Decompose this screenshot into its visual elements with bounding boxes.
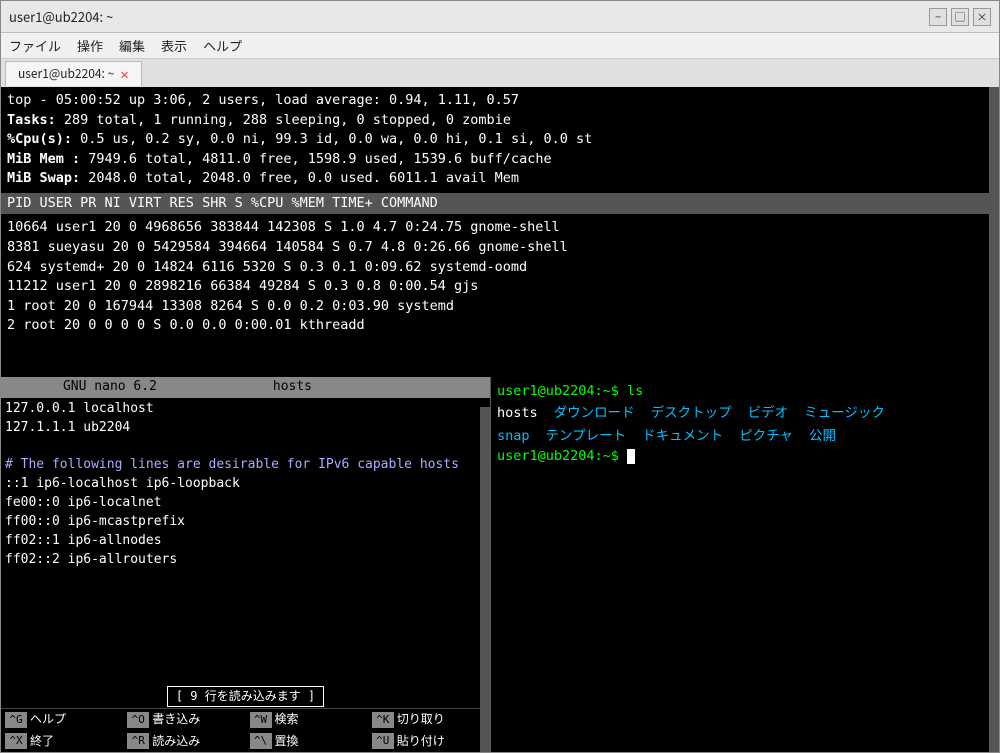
top-line1: top - 05:00:52 up 3:06, 2 users, load av…: [7, 91, 993, 111]
menu-bar: ファイル 操作 編集 表示 ヘルプ: [1, 33, 999, 59]
bash-prompt-line2: user1@ub2204:~$: [497, 446, 993, 466]
top-row-3: 11212 user1 20 0 2898216 66384 49284 S 0…: [7, 277, 993, 297]
nano-status-msg: [ 9 行を読み込みます ]: [167, 686, 324, 707]
nano-title-center: hosts: [273, 378, 312, 397]
bash-dir-desktop: デスクトップ: [651, 403, 732, 423]
tab-label: user1@ub2204: ~: [18, 65, 114, 82]
outer-title-bar: user1@ub2204: ~ − □ ×: [1, 1, 999, 33]
minimize-button[interactable]: −: [929, 8, 947, 26]
top-line4: MiB Mem : 7949.6 total, 4811.0 free, 159…: [7, 150, 993, 170]
close-button[interactable]: ×: [973, 8, 991, 26]
bash-pane: user1@ub2204:~$ ls hosts ダウンロード デスクトップ ビ…: [491, 377, 999, 752]
nano-line-5: fe00::0 ip6-localnet: [5, 494, 486, 513]
bash-dir-music: ミュージック: [804, 403, 885, 423]
nano-line-3: # The following lines are desirable for …: [5, 456, 486, 475]
nano-status: [ 9 行を読み込みます ]: [1, 685, 490, 708]
nano-key-exit: ^X 終了: [1, 731, 123, 752]
nano-key-replace: ^\ 置換: [246, 731, 368, 752]
restore-button[interactable]: □: [951, 8, 969, 26]
nano-line-1: 127.1.1.1 ub2204: [5, 419, 486, 438]
top-row-2: 624 systemd+ 20 0 14824 6116 5320 S 0.3 …: [7, 258, 993, 278]
nano-key-help: ^G ヘルプ: [1, 709, 123, 730]
menu-help[interactable]: ヘルプ: [203, 36, 242, 55]
tab-terminal[interactable]: user1@ub2204: ~ ✕: [5, 61, 142, 86]
top-row-1: 8381 sueyasu 20 0 5429584 394664 140584 …: [7, 238, 993, 258]
nano-line-7: ff02::1 ip6-allnodes: [5, 532, 486, 551]
bash-dir-video: ビデオ: [748, 403, 789, 423]
nano-line-0: 127.0.0.1 localhost: [5, 400, 486, 419]
top-table-header: PID USER PR NI VIRT RES SHR S %CPU %MEM …: [1, 193, 999, 215]
bash-cursor: [627, 449, 635, 464]
main-window: user1@ub2204: ~ − □ × ファイル 操作 編集 表示 ヘルプ …: [0, 0, 1000, 753]
menu-file[interactable]: ファイル: [9, 36, 61, 55]
outer-title: user1@ub2204: ~: [9, 7, 113, 26]
bash-scrollbar[interactable]: [989, 377, 999, 752]
bash-dir-snap: snap: [497, 426, 530, 446]
nano-line-4: ::1 ip6-localhost ip6-loopback: [5, 475, 486, 494]
top-pane: top - 05:00:52 up 3:06, 2 users, load av…: [1, 87, 999, 377]
nano-footer: ^G ヘルプ ^O 書き込み ^W 検索 ^K 切り取り: [1, 708, 490, 752]
nano-line-2: [5, 438, 486, 457]
nano-title-left: GNU nano 6.2: [63, 378, 157, 397]
top-line3: %Cpu(s): 0.5 us, 0.2 sy, 0.0 ni, 99.3 id…: [7, 130, 993, 150]
bash-dir-download: ダウンロード: [554, 403, 635, 423]
nano-pane: GNU nano 6.2 hosts 127.0.0.1 localhost 1…: [1, 377, 491, 752]
bash-dir-pictures: ピクチャ: [739, 426, 793, 446]
nano-scrollbar[interactable]: [480, 407, 490, 752]
nano-content: 127.0.0.1 localhost 127.1.1.1 ub2204 # T…: [1, 398, 490, 685]
bash-prompt-line1: user1@ub2204:~$ ls: [497, 381, 993, 401]
menu-view[interactable]: 表示: [161, 36, 187, 55]
nano-key-paste: ^U 貼り付け: [368, 731, 490, 752]
nano-title-bar: GNU nano 6.2 hosts: [1, 377, 490, 398]
top-row-0: 10664 user1 20 0 4968656 383844 142308 S…: [7, 218, 993, 238]
tab-close-button[interactable]: ✕: [120, 64, 128, 84]
bash-ls-line1: hosts ダウンロード デスクトップ ビデオ ミュージック: [497, 403, 993, 423]
top-row-4: 1 root 20 0 167944 13308 8264 S 0.0 0.2 …: [7, 297, 993, 317]
tab-bar: user1@ub2204: ~ ✕: [1, 59, 999, 87]
terminal-content: top - 05:00:52 up 3:06, 2 users, load av…: [1, 87, 999, 752]
nano-key-write: ^O 書き込み: [123, 709, 245, 730]
top-row-5: 2 root 20 0 0 0 0 S 0.0 0.0 0:00.01 kthr…: [7, 316, 993, 336]
top-line2: Tasks: 289 total, 1 running, 288 sleepin…: [7, 111, 993, 131]
bottom-pane: GNU nano 6.2 hosts 127.0.0.1 localhost 1…: [1, 377, 999, 752]
nano-key-search: ^W 検索: [246, 709, 368, 730]
bash-dir-templates: テンプレート: [546, 426, 627, 446]
top-line5: MiB Swap: 2048.0 total, 2048.0 free, 0.0…: [7, 169, 993, 189]
nano-line-8: ff02::2 ip6-allrouters: [5, 551, 486, 570]
window-controls: − □ ×: [929, 8, 991, 26]
nano-key-cut: ^K 切り取り: [368, 709, 490, 730]
nano-line-6: ff00::0 ip6-mcastprefix: [5, 513, 486, 532]
menu-operation[interactable]: 操作: [77, 36, 103, 55]
nano-key-read: ^R 読み込み: [123, 731, 245, 752]
bash-dir-public: 公開: [809, 426, 836, 446]
bash-dir-documents: ドキュメント: [642, 426, 723, 446]
top-scrollbar[interactable]: [989, 87, 999, 377]
bash-file-hosts: hosts: [497, 403, 538, 423]
bash-ls-line2: snap テンプレート ドキュメント ピクチャ 公開: [497, 426, 993, 446]
menu-edit[interactable]: 編集: [119, 36, 145, 55]
